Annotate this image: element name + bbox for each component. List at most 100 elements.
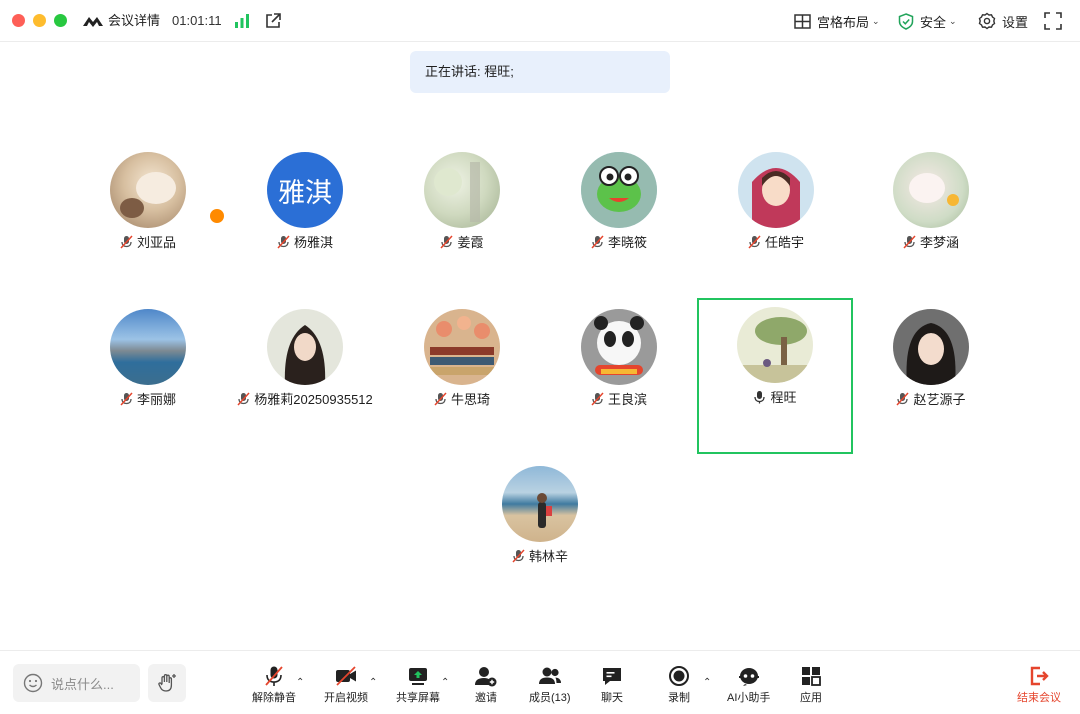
participant-tile[interactable]: 任皓宇: [698, 143, 854, 299]
participant-tile[interactable]: 刘亚品: [70, 143, 226, 299]
ai-assistant-button[interactable]: AI小助手: [727, 665, 770, 705]
grid-layout-button[interactable]: 宫格布局 ⌄: [794, 10, 880, 32]
participant-tile[interactable]: 李丽娜: [70, 300, 226, 456]
participant-tile[interactable]: 雅淇 杨雅淇: [227, 143, 383, 299]
avatar: [738, 152, 814, 228]
video-options-caret[interactable]: ⌃: [369, 677, 377, 688]
mic-muted-icon: [591, 234, 604, 249]
record-button[interactable]: 录制: [668, 665, 690, 705]
mic-muted-icon: [748, 234, 761, 249]
meeting-toolbar: 说点什么... 解除静音 ⌃ 开启视频 ⌃ 共享屏幕 ⌃ 邀请 成员(13) 聊…: [0, 650, 1080, 714]
chat-input[interactable]: 说点什么...: [13, 664, 140, 702]
avatar: [581, 309, 657, 385]
participant-name: 李梦涵: [919, 235, 959, 250]
invite-button[interactable]: 邀请: [474, 665, 498, 705]
participant-name: 牛思琦: [450, 392, 490, 407]
participant-name: 杨雅淇: [293, 235, 333, 250]
participant-tile[interactable]: 王良滨: [541, 300, 697, 456]
maximize-window-button[interactable]: [54, 14, 67, 27]
chat-button[interactable]: 聊天: [601, 665, 623, 705]
apps-button[interactable]: 应用: [800, 665, 822, 705]
participant-name: 刘亚品: [136, 235, 176, 250]
participant-tile-speaking[interactable]: 程旺: [697, 298, 853, 454]
mic-muted-icon: [591, 391, 604, 406]
audio-options-caret[interactable]: ⌃: [296, 677, 304, 688]
avatar: [737, 307, 813, 383]
participant-name: 李晓筱: [607, 235, 647, 250]
chat-label: 聊天: [601, 692, 623, 704]
avatar: [110, 309, 186, 385]
mic-icon: [754, 390, 766, 403]
members-icon: [538, 667, 561, 684]
mic-muted-icon: [120, 391, 133, 406]
participant-tile[interactable]: 牛思琦: [384, 300, 540, 456]
settings-label: 设置: [1002, 14, 1029, 30]
exit-icon: [1030, 666, 1049, 686]
share-screen-button[interactable]: 共享屏幕: [396, 665, 440, 705]
participant-tile[interactable]: 李梦涵: [853, 143, 1009, 299]
unmute-button[interactable]: 解除静音: [252, 665, 296, 705]
close-window-button[interactable]: [12, 14, 25, 27]
share-screen-label: 共享屏幕: [396, 692, 440, 704]
participant-name: 王良滨: [607, 392, 647, 407]
mic-muted-icon: [237, 391, 250, 406]
emoji-icon: [23, 673, 43, 693]
ai-assistant-icon: [738, 668, 759, 686]
mic-muted-icon: [512, 548, 525, 563]
unmute-label: 解除静音: [252, 692, 296, 704]
members-label: 成员(13): [529, 692, 571, 704]
security-button[interactable]: 安全 ⌄: [898, 10, 957, 32]
mic-muted-icon: [277, 234, 290, 249]
participant-tile[interactable]: 李晓筱: [541, 143, 697, 299]
avatar: [502, 466, 578, 542]
title-bar: 会议详情 01:01:11 宫格布局 ⌄ 安全 ⌄ 设置: [0, 0, 1080, 42]
meeting-timer: 01:01:11: [172, 13, 222, 28]
avatar: [893, 309, 969, 385]
participant-name: 任皓宇: [764, 235, 804, 250]
share-link-icon[interactable]: [264, 12, 282, 30]
participant-name: 韩林辛: [528, 549, 568, 564]
participant-tile[interactable]: 韩林辛: [462, 457, 618, 613]
participant-name: 程旺: [770, 390, 797, 405]
add-user-icon: [475, 667, 497, 687]
grid-layout-label: 宫格布局: [817, 14, 870, 30]
participant-name: 赵艺源子: [913, 392, 966, 407]
mic-muted-icon: [434, 391, 447, 406]
record-options-caret[interactable]: ⌃: [703, 677, 711, 688]
meeting-details-link[interactable]: 会议详情: [108, 12, 160, 30]
members-button[interactable]: 成员(13): [529, 665, 571, 705]
mic-muted-icon: [265, 666, 283, 686]
participant-name: 李丽娜: [136, 392, 176, 407]
end-meeting-button[interactable]: 结束会议: [1017, 665, 1061, 705]
avatar: [581, 152, 657, 228]
avatar: [110, 152, 186, 228]
host-badge-icon: [208, 207, 226, 225]
participant-name: 杨雅莉20250935512: [254, 392, 373, 407]
chevron-down-icon: ⌄: [949, 15, 957, 26]
video-off-icon: [336, 666, 356, 686]
security-label: 安全: [920, 14, 947, 30]
raise-hand-button[interactable]: [148, 664, 186, 702]
active-speaker-banner: 正在讲话: 程旺;: [410, 51, 670, 93]
share-options-caret[interactable]: ⌃: [441, 677, 449, 688]
hand-icon: [158, 673, 176, 692]
participant-tile[interactable]: 姜霞: [384, 143, 540, 299]
apps-icon: [802, 667, 821, 686]
participant-tile[interactable]: 杨雅莉20250935512: [227, 300, 383, 456]
avatar: [424, 309, 500, 385]
grid-layout-icon: [794, 13, 811, 29]
minimize-window-button[interactable]: [33, 14, 46, 27]
app-logo-icon: [83, 17, 103, 27]
avatar: 雅淇: [267, 152, 343, 228]
network-signal-icon[interactable]: [234, 13, 250, 28]
fullscreen-icon[interactable]: [1044, 12, 1062, 30]
avatar: [424, 152, 500, 228]
chat-placeholder: 说点什么...: [51, 676, 114, 692]
chat-icon: [603, 668, 621, 685]
participant-tile[interactable]: 赵艺源子: [853, 300, 1009, 456]
mic-muted-icon: [903, 234, 916, 249]
chevron-down-icon: ⌄: [872, 15, 880, 26]
start-video-button[interactable]: 开启视频: [324, 665, 368, 705]
settings-button[interactable]: 设置: [978, 10, 1028, 32]
ai-assistant-label: AI小助手: [727, 692, 771, 704]
